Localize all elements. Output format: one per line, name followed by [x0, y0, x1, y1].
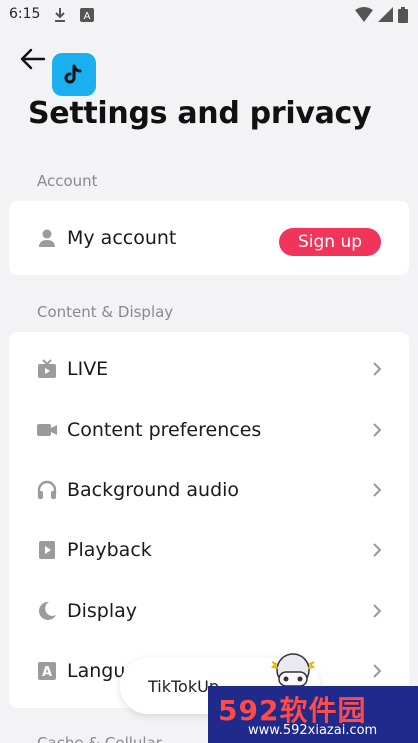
- chevron-right-icon: [370, 542, 384, 558]
- keyboard-icon: A: [80, 7, 94, 26]
- content-preferences-label: Content preferences: [67, 419, 262, 441]
- settings-row-playback[interactable]: Playback: [9, 520, 409, 580]
- live-label: LIVE: [67, 358, 109, 380]
- section-label-account: Account: [37, 172, 98, 190]
- watermark-url: www.592xiazai.com: [248, 723, 378, 738]
- headphones-icon: [37, 480, 57, 500]
- person-icon: [37, 228, 57, 248]
- svg-text:A: A: [84, 11, 91, 22]
- settings-row-content-preferences[interactable]: Content preferences: [9, 400, 409, 460]
- moon-icon: [37, 601, 57, 621]
- display-label: Display: [67, 600, 138, 622]
- download-icon: [53, 7, 67, 27]
- chevron-right-icon: [370, 422, 384, 438]
- video-camera-icon: [37, 420, 57, 440]
- settings-row-display[interactable]: Display: [9, 581, 409, 641]
- status-time: 6:15: [9, 6, 41, 22]
- page-title: Settings and privacy: [28, 96, 372, 131]
- tv-icon: [37, 359, 57, 379]
- chevron-right-icon: [370, 663, 384, 679]
- wifi-icon: [355, 7, 373, 26]
- play-icon: [37, 540, 57, 560]
- battery-icon: [398, 7, 408, 27]
- status-bar: 6:15 A: [0, 0, 418, 30]
- language-icon: A: [37, 661, 57, 681]
- sign-up-button[interactable]: Sign up: [279, 228, 381, 256]
- account-card: My account Sign up: [9, 201, 409, 275]
- back-button[interactable]: [16, 44, 48, 74]
- svg-text:A: A: [42, 665, 52, 680]
- my-account-label: My account: [67, 227, 177, 249]
- content-display-card: LIVE Content preferences Background audi…: [9, 332, 409, 708]
- background-audio-label: Background audio: [67, 479, 240, 501]
- settings-row-live[interactable]: LIVE: [9, 339, 409, 399]
- tiktok-logo-icon: [52, 53, 96, 96]
- chevron-right-icon: [370, 603, 384, 619]
- settings-row-background-audio[interactable]: Background audio: [9, 460, 409, 520]
- chevron-right-icon: [370, 361, 384, 377]
- section-label-content-display: Content & Display: [37, 303, 174, 321]
- back-arrow-icon: [20, 48, 46, 70]
- playback-label: Playback: [67, 539, 152, 561]
- section-label-cache-cellular: Cache & Cellular: [37, 734, 162, 743]
- chevron-right-icon: [370, 482, 384, 498]
- watermark-logo: 592软件园 www.592xiazai.com: [208, 686, 418, 743]
- signal-icon: [378, 7, 393, 26]
